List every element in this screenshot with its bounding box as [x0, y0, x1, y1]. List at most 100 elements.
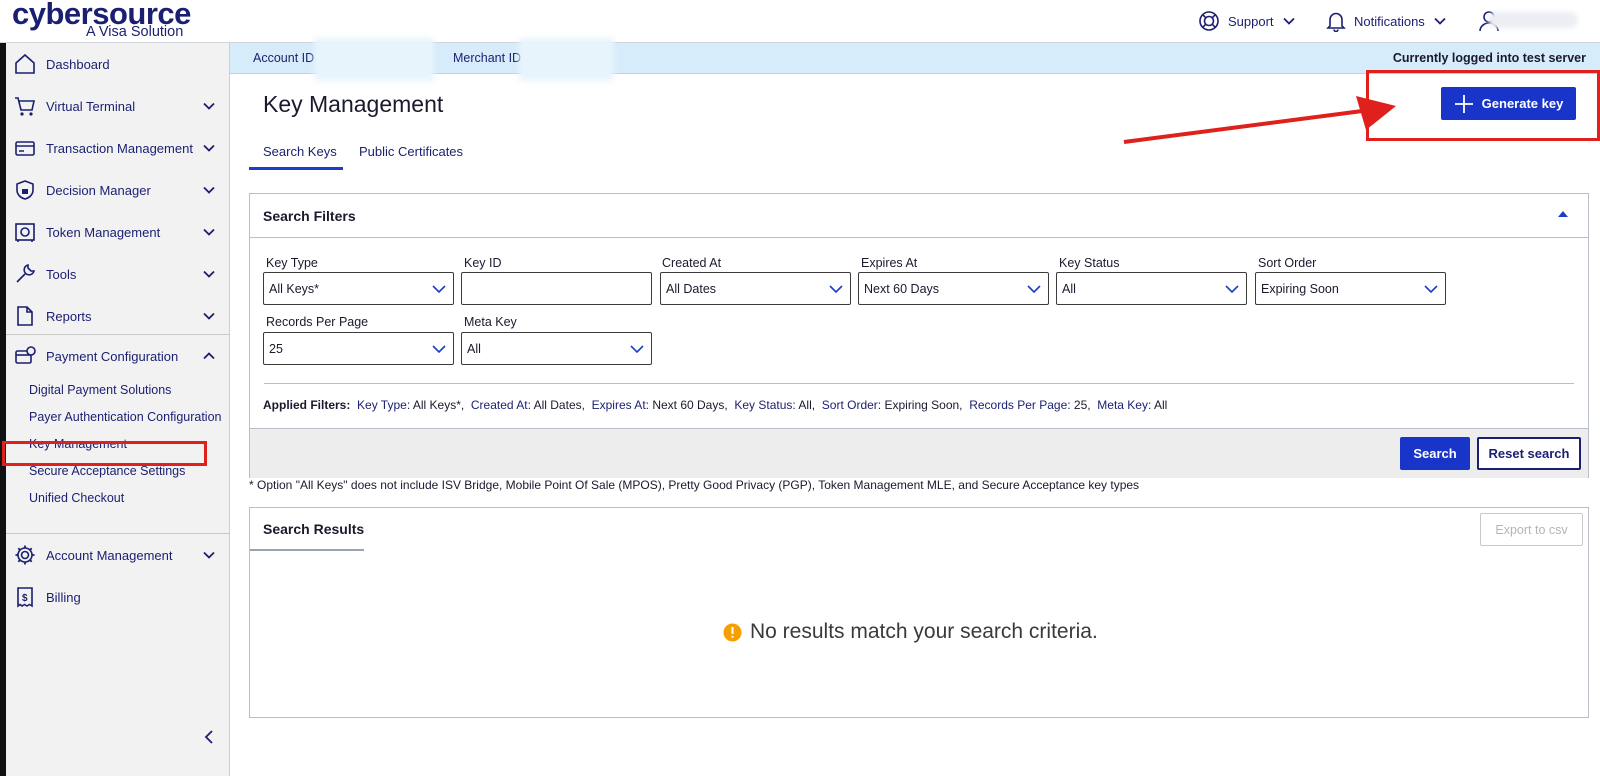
sort-order-select[interactable]: Expiring Soon: [1255, 272, 1446, 305]
payment-config-icon: [15, 346, 36, 364]
sidebar-item-billing[interactable]: $ Billing: [6, 576, 230, 618]
chevron-down-icon: [203, 144, 215, 152]
warning-icon: [723, 623, 742, 641]
key-status-value: All: [1062, 281, 1076, 296]
user-name-redacted: [1488, 12, 1578, 28]
applied-filter-key: Key Status:: [734, 398, 796, 412]
notifications-label: Notifications: [1354, 13, 1425, 29]
sidebar-item-payment-configuration[interactable]: Payment Configuration: [6, 335, 230, 377]
sidebar-item-tools[interactable]: Tools: [6, 253, 230, 295]
chevron-down-icon: [203, 312, 215, 320]
sidebar-item-label: Dashboard: [46, 56, 110, 72]
sidebar: Dashboard Virtual Terminal Transaction M…: [0, 43, 230, 776]
chevron-down-icon: [630, 345, 644, 354]
sort-order-label: Sort Order: [1258, 256, 1317, 270]
sort-order-value: Expiring Soon: [1261, 281, 1339, 296]
key-id-input[interactable]: [461, 272, 652, 305]
sidebar-item-label: Tools: [46, 266, 77, 282]
sidebar-item-label: Transaction Management: [46, 140, 193, 156]
merchant-id-redacted: [519, 38, 614, 81]
account-id-label: Account ID: [253, 51, 315, 65]
collapse-filters-icon[interactable]: [1557, 209, 1569, 219]
svg-text:$: $: [22, 593, 28, 604]
key-status-select[interactable]: All: [1056, 272, 1247, 305]
created-at-label: Created At: [662, 256, 722, 270]
logo-tagline: A Visa Solution: [86, 24, 184, 40]
top-bar: cybersource A Visa Solution Support Noti…: [0, 0, 1600, 43]
key-id-label: Key ID: [464, 256, 502, 270]
applied-filter-key: Expires At:: [591, 398, 649, 412]
meta-key-value: All: [467, 341, 481, 356]
sidebar-item-label: Account Management: [46, 547, 173, 563]
gear-icon: [15, 545, 35, 565]
bell-icon: [1326, 12, 1346, 32]
sidebar-item-label: Billing: [46, 589, 81, 605]
receipt-icon: $: [17, 587, 33, 608]
applied-filter-key: Meta Key:: [1097, 398, 1152, 412]
sidebar-subitem-unified-checkout[interactable]: Unified Checkout: [29, 491, 124, 505]
chevron-down-icon: [432, 285, 446, 294]
chevron-up-icon: [203, 352, 215, 360]
annotation-highlight-generate-key: [1366, 70, 1600, 141]
card-icon: [15, 141, 35, 156]
meta-key-select[interactable]: All: [461, 332, 652, 365]
chevron-down-icon: [829, 285, 843, 294]
annotation-arrow: [1123, 96, 1396, 144]
tab-search-keys[interactable]: Search Keys: [263, 144, 337, 159]
sidebar-item-label: Virtual Terminal: [46, 98, 136, 114]
export-csv-button[interactable]: Export to csv: [1480, 513, 1583, 546]
applied-filters-label: Applied Filters:: [263, 398, 351, 412]
sidebar-item-label: Reports: [46, 308, 92, 324]
vault-icon: [15, 223, 35, 242]
applied-filters-divider: [264, 383, 1574, 384]
sidebar-item-account-management[interactable]: Account Management: [6, 534, 230, 576]
sidebar-subitem-payer-authentication[interactable]: Payer Authentication Configuration: [29, 410, 222, 424]
created-at-select[interactable]: All Dates: [660, 272, 851, 305]
chevron-down-icon: [203, 186, 215, 194]
applied-filter-value: Next 60 Days,: [652, 398, 728, 412]
tab-public-certificates[interactable]: Public Certificates: [359, 144, 463, 159]
page-title: Key Management: [263, 91, 444, 117]
sidebar-item-token-management[interactable]: Token Management: [6, 211, 230, 253]
search-results-title: Search Results: [263, 521, 365, 537]
sidebar-item-dashboard[interactable]: Dashboard: [6, 43, 230, 85]
search-button[interactable]: Search: [1400, 437, 1470, 470]
empty-results-message: No results match your search criteria.: [723, 620, 1098, 644]
records-per-page-label: Records Per Page: [266, 315, 369, 329]
notifications-menu[interactable]: Notifications: [1326, 10, 1447, 32]
panel-divider: [250, 237, 1588, 238]
key-type-label: Key Type: [266, 256, 318, 270]
home-icon: [15, 53, 35, 74]
collapse-left-icon[interactable]: [202, 729, 216, 745]
chevron-down-icon: [203, 551, 215, 559]
key-status-label: Key Status: [1059, 256, 1120, 270]
chevron-down-icon: [203, 228, 215, 236]
search-results-panel: [249, 507, 1589, 718]
sidebar-subitem-secure-acceptance[interactable]: Secure Acceptance Settings: [29, 464, 185, 478]
wrench-icon: [16, 263, 36, 283]
sidebar-item-label: Token Management: [46, 224, 161, 240]
chevron-down-icon: [1424, 285, 1438, 294]
records-per-page-select[interactable]: 25: [263, 332, 454, 365]
results-title-underline: [250, 549, 364, 551]
applied-filter-value: All: [1153, 398, 1168, 412]
sidebar-item-reports[interactable]: Reports: [6, 295, 230, 337]
key-type-select[interactable]: All Keys*: [263, 272, 454, 305]
sidebar-item-label: Decision Manager: [46, 182, 151, 198]
expires-at-select[interactable]: Next 60 Days: [858, 272, 1049, 305]
document-icon: [17, 306, 33, 326]
created-at-value: All Dates: [666, 281, 717, 296]
chevron-down-icon: [203, 270, 215, 278]
support-menu[interactable]: Support: [1198, 10, 1296, 32]
applied-filter-value: All,: [798, 398, 816, 412]
reset-search-button[interactable]: Reset search: [1477, 437, 1581, 470]
sidebar-item-decision-manager[interactable]: Decision Manager: [6, 169, 230, 211]
sidebar-subitem-digital-payment-solutions[interactable]: Digital Payment Solutions: [29, 383, 171, 397]
applied-filter-key: Sort Order:: [821, 398, 882, 412]
sidebar-item-transaction-management[interactable]: Transaction Management: [6, 127, 230, 169]
expires-at-label: Expires At: [861, 256, 918, 270]
sidebar-item-virtual-terminal[interactable]: Virtual Terminal: [6, 85, 230, 127]
shield-icon: [16, 180, 34, 200]
empty-results-text: No results match your search criteria.: [750, 620, 1098, 643]
support-label: Support: [1228, 13, 1274, 29]
